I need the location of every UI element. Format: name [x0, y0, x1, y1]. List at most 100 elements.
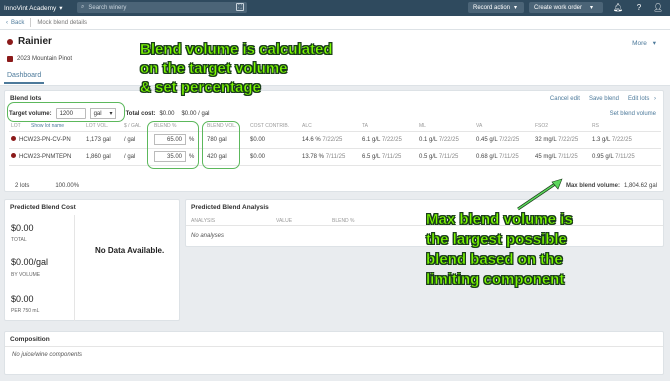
cost-per-750: $0.00: [11, 294, 34, 304]
scan-icon[interactable]: ⛶: [236, 3, 244, 11]
panel-title: Predicted Blend Analysis: [191, 204, 269, 211]
divider: [30, 18, 32, 27]
edit-lots-label: Edit lots: [627, 96, 650, 102]
wine-icon: [7, 56, 13, 62]
top-bar: InnoVint Academy ▾ ⌕ Search winery ⛶ Rec…: [0, 0, 670, 16]
wine-dot-icon: [11, 153, 16, 158]
annotation-max-blend: Max blend volume is the largest possible…: [426, 210, 573, 290]
max-blend-volume-label: Max blend volume:: [565, 182, 620, 189]
col-ta: TA: [360, 122, 417, 132]
col-value: VALUE: [276, 218, 293, 224]
record-action-button[interactable]: Record action ▾: [468, 2, 524, 13]
annotation-arrow-icon: [517, 178, 563, 211]
account-switcher[interactable]: InnoVint Academy ▾: [4, 4, 74, 13]
lot-code-link[interactable]: HCW23-PN-CV-PN: [19, 137, 71, 143]
va-date: 7/22/25: [499, 136, 520, 143]
alc-value: 13.78 %: [302, 153, 325, 160]
col-lot: LOT: [9, 122, 29, 132]
annotation-blend-volume: Blend volume is calculated on the target…: [140, 41, 333, 97]
more-menu[interactable]: More ▾: [632, 39, 656, 47]
ml-date: 7/11/25: [438, 153, 459, 160]
col-analysis: ANALYSIS: [191, 218, 216, 224]
blend-vol-highlight: [202, 121, 240, 169]
search-icon: ⌕: [81, 4, 85, 10]
total-blend-pct: 100.00%: [55, 182, 80, 189]
lots-count: 2 lots: [15, 182, 30, 189]
predicted-blend-analysis-panel: Predicted Blend Analysis ANALYSIS VALUE …: [185, 199, 664, 247]
ml-value: 0.1 g/L: [419, 136, 438, 143]
divider: [74, 215, 75, 321]
edit-lots-button[interactable]: Edit lots ›: [628, 96, 656, 102]
chevron-down-icon: ▾: [652, 40, 656, 47]
blend-lots-table: LOT Show lot name LOT VOL. $ / GAL BLEND…: [9, 122, 661, 166]
per-750-label: PER 750 mL: [11, 308, 40, 314]
brand-name: InnoVint Academy: [4, 4, 57, 12]
tab-dashboard[interactable]: Dashboard: [4, 71, 45, 84]
col-cost-contrib: COST CONTRIB.: [248, 122, 300, 132]
va-value: 0.68 g/L: [476, 153, 498, 160]
user-icon[interactable]: 👤︎: [653, 3, 663, 13]
set-blend-volume-link[interactable]: Set blend volume: [610, 111, 656, 117]
page-title-text: Rainier: [18, 36, 52, 47]
back-link[interactable]: ‹ Back: [6, 20, 24, 26]
divider: [5, 346, 663, 347]
rs-date: 7/11/25: [615, 153, 635, 160]
col-rs: RS: [590, 122, 661, 132]
lot-code-link[interactable]: HCW23-PNMTEPN: [19, 154, 71, 160]
help-icon[interactable]: ?: [634, 3, 644, 13]
show-lot-name-link[interactable]: Show lot name: [29, 122, 84, 132]
ta-value: 6.1 g/L: [362, 136, 381, 143]
cost-per-gal: $0.00 / gal: [181, 110, 210, 117]
no-components-message: No juice/wine components: [12, 352, 83, 358]
chevron-right-icon: ›: [654, 96, 656, 102]
chevron-down-icon: ▾: [590, 5, 594, 11]
va-date: 7/11/25: [499, 153, 519, 160]
no-data-message: No Data Available.: [95, 246, 165, 255]
annotation-line: & set percentage: [140, 78, 261, 96]
ta-value: 6.5 g/L: [362, 153, 381, 160]
cost-contrib: $0.00: [248, 148, 300, 166]
col-lot-vol: LOT VOL.: [84, 122, 122, 132]
vintage-text: 2023 Mountain Pinot: [17, 56, 73, 62]
search-input[interactable]: ⌕ Search winery ⛶: [77, 2, 247, 13]
col-ml: ML: [417, 122, 474, 132]
wine-dot-icon: [7, 38, 13, 45]
ml-date: 7/22/25: [438, 136, 459, 143]
divider: [186, 225, 663, 226]
chevron-left-icon: ‹: [6, 19, 8, 26]
alc-date: 7/11/25: [325, 153, 346, 160]
vintage-label: 2023 Mountain Pinot: [7, 56, 72, 62]
fso2-date: 7/11/25: [558, 153, 578, 160]
breadcrumb-current: Mock blend details: [37, 19, 88, 26]
cost-contrib: $0.00: [248, 131, 300, 149]
chevron-down-icon: ▾: [59, 5, 63, 12]
annotation-line: the largest possible: [426, 230, 567, 248]
max-blend-volume-value: 1,804.62 gal: [623, 182, 657, 189]
page-header: Rainier 2023 Mountain Pinot More ▾ Dashb…: [0, 30, 670, 86]
col-fso2: FSO2: [533, 122, 590, 132]
ml-value: 0.5 g/L: [419, 153, 438, 160]
table-row: HCW23-PNMTEPN 1,860 gal / gal 35.00% 420…: [9, 148, 661, 166]
cost-by-volume: $0.00/gal: [11, 257, 49, 267]
col-blend-pct: BLEND %: [332, 218, 355, 224]
annotation-line: on the target volume: [140, 59, 288, 77]
rs-date: 7/22/25: [611, 136, 632, 143]
composition-panel: Composition No juice/wine components: [4, 331, 664, 375]
total-cost-label: Total cost:: [125, 110, 156, 117]
create-work-order-button[interactable]: Create work order ▾: [529, 2, 603, 13]
lots-actions: Cancel edit Save blend Edit lots ›: [550, 96, 656, 102]
bell-icon[interactable]: 🔔︎: [613, 3, 623, 13]
lot-vol: 1,860 gal: [84, 148, 122, 166]
total-cost: $0.00: [11, 223, 34, 233]
target-volume-highlight: [7, 102, 125, 122]
save-blend-button[interactable]: Save blend: [589, 96, 619, 102]
panel-title: Composition: [10, 336, 50, 343]
alc-value: 14.6 %: [302, 136, 321, 143]
blend-pct-highlight: [147, 121, 199, 169]
predicted-blend-cost-panel: Predicted Blend Cost $0.00 TOTAL $0.00/g…: [4, 199, 180, 321]
fso2-value: 32 mg/L: [535, 136, 557, 143]
lot-vol: 1,173 gal: [84, 131, 122, 149]
fso2-date: 7/22/25: [558, 136, 579, 143]
cancel-edit-button[interactable]: Cancel edit: [550, 96, 580, 102]
panel-title: Blend lots: [10, 95, 42, 102]
